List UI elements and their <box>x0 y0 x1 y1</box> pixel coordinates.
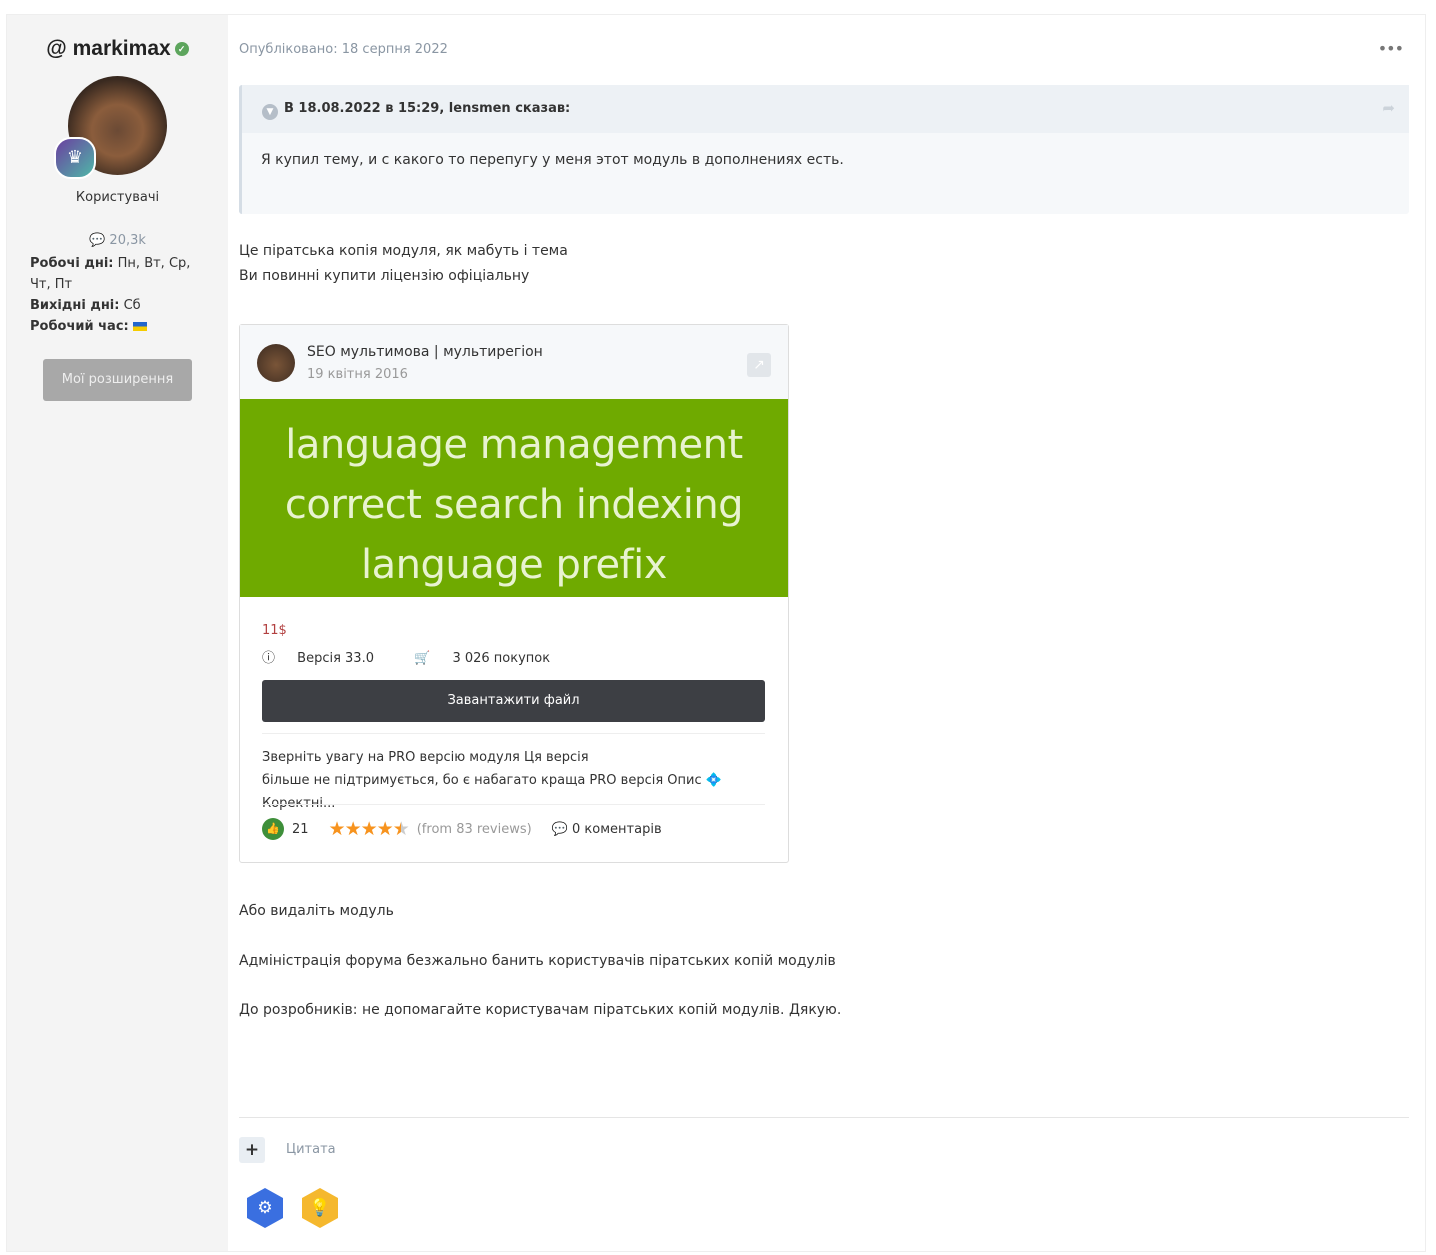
product-author-avatar[interactable] <box>257 344 295 382</box>
working-hours: Робочий час: <box>30 316 215 337</box>
review-count[interactable]: (from 83 reviews) <box>417 822 532 837</box>
quote-button[interactable]: Цитата <box>286 1142 336 1157</box>
paragraph: Адміністрація форума безжально банить ко… <box>239 953 836 969</box>
paragraph: Ви повинні купити ліцензію офіціальну <box>239 268 530 284</box>
author-sidebar: @ markimax ✓ ♛ Користувачі 💬 20,3k Робочі… <box>7 15 228 1251</box>
post-count: 💬 20,3k <box>89 233 146 248</box>
comment-count[interactable]: 0 коментарів <box>572 822 662 837</box>
product-embed-card: SEO мультимова | мультирегіон 19 квітня … <box>239 324 789 863</box>
collapse-icon[interactable]: ▼ <box>262 104 278 120</box>
product-banner[interactable]: language management correct search index… <box>240 399 788 597</box>
my-extensions-button[interactable]: Мої розширення <box>43 359 192 401</box>
comment-icon: 💬 <box>89 233 106 248</box>
paragraph: Це піратська копія модуля, як мабуть і т… <box>239 243 568 259</box>
product-price: 11$ <box>262 623 287 638</box>
divider <box>262 733 765 734</box>
days-off: Вихідні дні: Сб <box>30 298 141 313</box>
quote-body: Я купил тему, и с какого то перепугу у м… <box>261 152 844 168</box>
like-count: 21 <box>292 821 309 837</box>
product-date: 19 квітня 2016 <box>307 367 408 382</box>
idea-badge-icon: 💡 <box>302 1188 338 1228</box>
comment-icon: 💬 <box>551 821 568 837</box>
quote-header: В 18.08.2022 в 15:29, lensmen сказав: <box>284 101 571 116</box>
author-info: Робочі дні: Пн, Вт, Ср, Чт, Пт Вихідні д… <box>30 253 215 337</box>
author-name[interactable]: @ markimax <box>46 37 170 60</box>
verified-icon: ✓ <box>174 42 189 57</box>
cart-icon: 🛒 <box>414 651 431 666</box>
external-link-icon[interactable]: ↗ <box>747 353 771 377</box>
post-content: Опубліковано: 18 серпня 2022 ••• ▼ В 18.0… <box>239 15 1409 1251</box>
crown-badge-icon: ♛ <box>54 137 96 179</box>
download-file-button[interactable]: Завантажити файл <box>262 680 765 722</box>
share-arrow-icon[interactable]: ➦ <box>1382 99 1395 117</box>
like-icon[interactable]: 👍 <box>262 818 284 840</box>
multiquote-plus-button[interactable]: + <box>239 1137 265 1163</box>
quote-block: ▼ В 18.08.2022 в 15:29, lensmen сказав: ➦… <box>239 85 1409 214</box>
info-icon: ⓘ <box>262 651 276 666</box>
divider <box>239 1117 1409 1118</box>
paragraph: До розробників: не допомагайте користува… <box>239 1002 842 1018</box>
more-options-icon[interactable]: ••• <box>1378 39 1404 58</box>
divider <box>262 804 765 805</box>
paragraph: Або видаліть модуль <box>239 903 394 919</box>
post-date[interactable]: Опубліковано: 18 серпня 2022 <box>239 42 448 57</box>
purchase-count: 🛒 3 026 покупок <box>414 651 551 666</box>
developer-badge-icon: ⚙ <box>247 1188 283 1228</box>
post-container: @ markimax ✓ ♛ Користувачі 💬 20,3k Робочі… <box>6 14 1426 1252</box>
ukraine-flag-icon <box>132 322 147 331</box>
product-title[interactable]: SEO мультимова | мультирегіон <box>307 344 543 360</box>
star-rating: ★★★★★ <box>328 818 410 840</box>
version-info: ⓘ Версія 33.0 <box>262 651 374 666</box>
working-days: Робочі дні: Пн, Вт, Ср, Чт, Пт <box>30 256 191 292</box>
author-group: Користувачі <box>75 190 160 205</box>
